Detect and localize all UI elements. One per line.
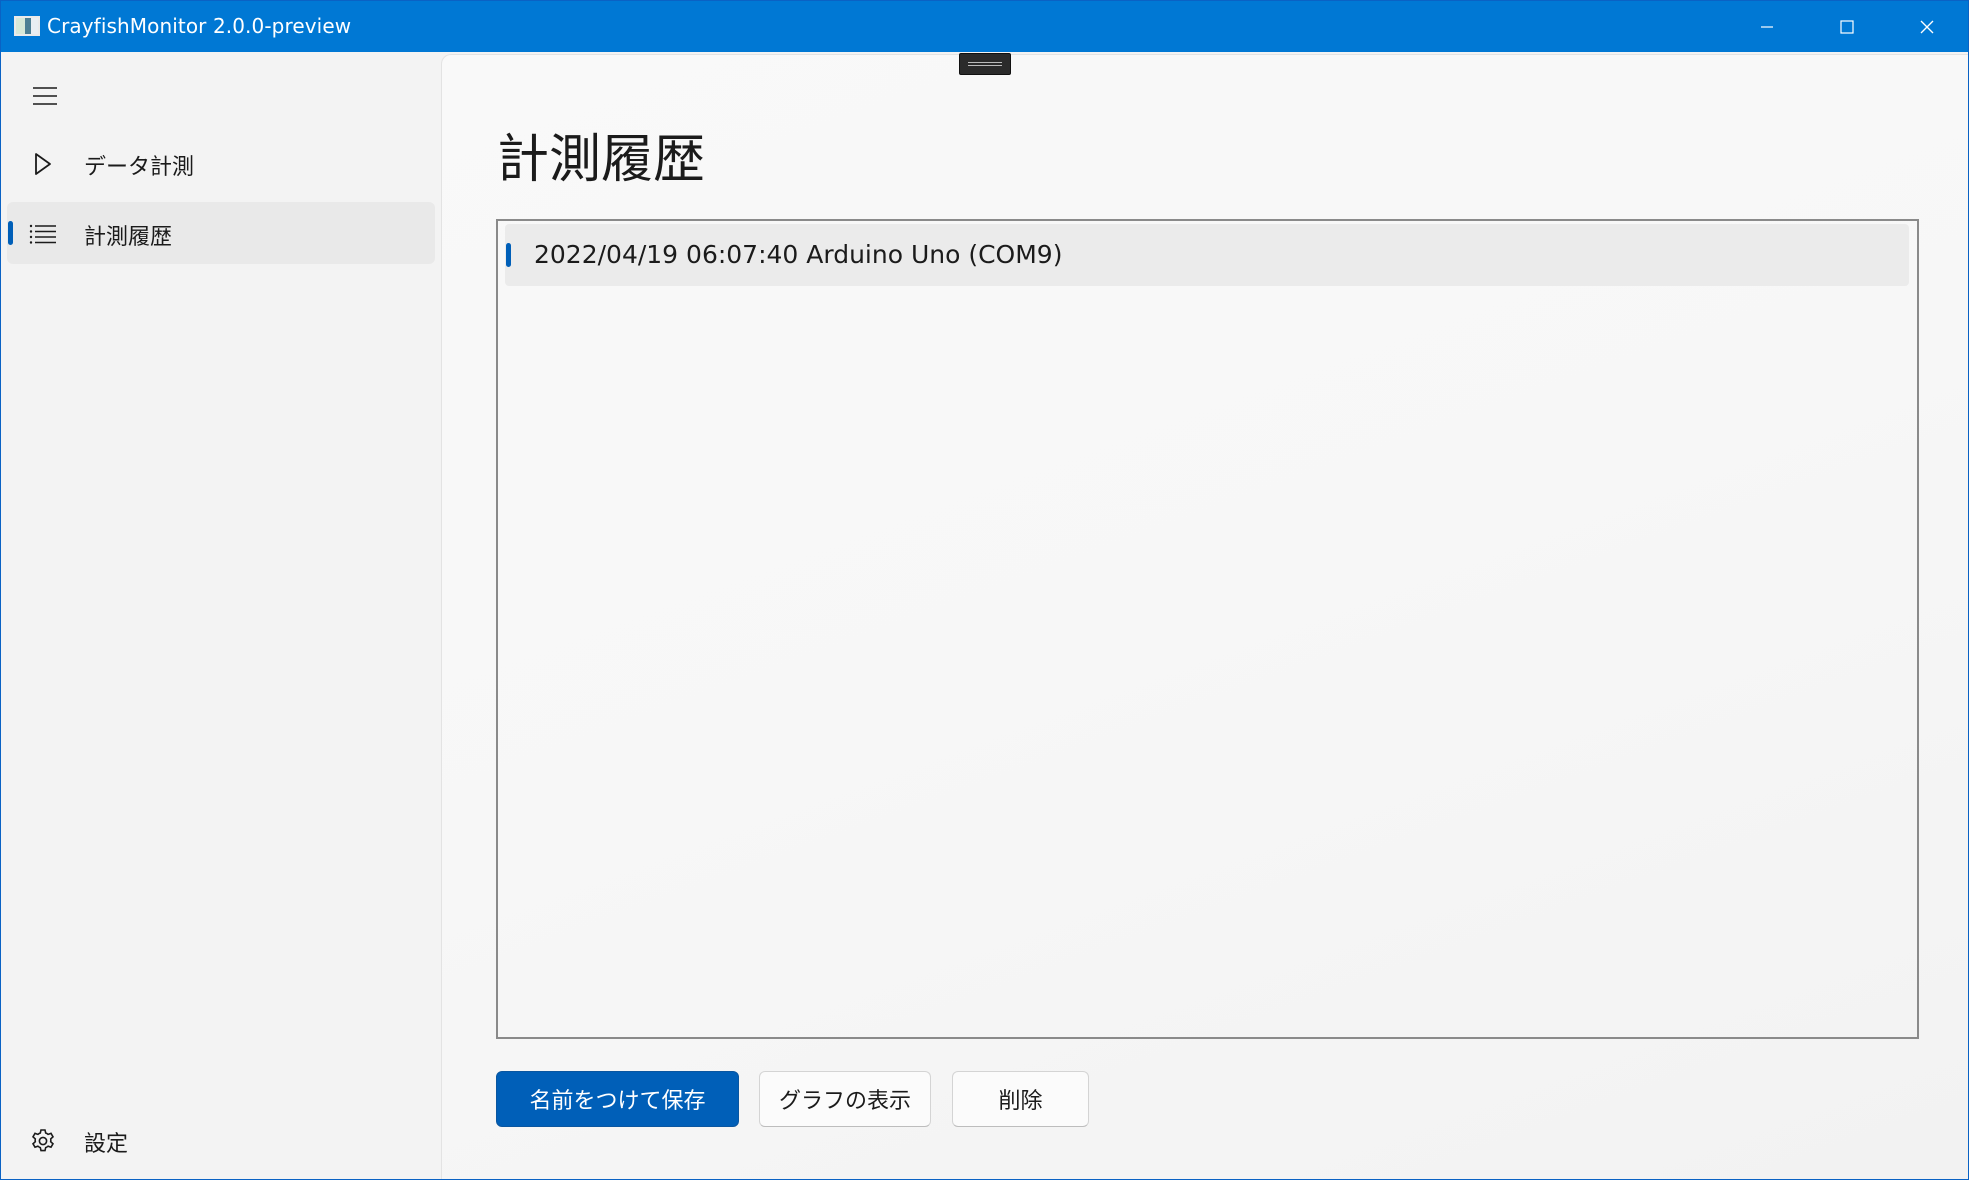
nav-item-settings[interactable]: 設定: [7, 1109, 435, 1171]
title-bar[interactable]: CrayfishMonitor 2.0.0-preview: [1, 1, 1968, 52]
save-as-button[interactable]: 名前をつけて保存: [496, 1071, 739, 1127]
app-window: CrayfishMonitor 2.0.0-preview データ計測 計測履歴…: [0, 0, 1969, 1180]
maximize-icon: [1840, 19, 1854, 34]
selection-indicator: [8, 221, 13, 245]
menu-toggle-button[interactable]: [23, 74, 67, 118]
list-item[interactable]: 2022/04/19 06:07:40 Arduino Uno (COM9): [505, 224, 1909, 286]
selection-indicator: [506, 243, 511, 267]
list-item-label: 2022/04/19 06:07:40 Arduino Uno (COM9): [534, 240, 1063, 269]
list-icon: [29, 220, 57, 248]
minimize-button[interactable]: [1727, 1, 1807, 52]
drag-handle[interactable]: [959, 53, 1011, 75]
gear-icon: [29, 1127, 57, 1155]
window-title: CrayfishMonitor 2.0.0-preview: [47, 14, 352, 38]
nav-item-history[interactable]: 計測履歴: [7, 202, 435, 264]
maximize-button[interactable]: [1807, 1, 1887, 52]
close-icon: [1920, 20, 1934, 33]
delete-button[interactable]: 削除: [952, 1071, 1089, 1127]
navigation-pane: データ計測 計測履歴 設定: [1, 52, 441, 1179]
nav-item-label: データ計測: [84, 155, 195, 180]
content-area: 計測履歴 2022/04/19 06:07:40 Arduino Uno (CO…: [441, 53, 1968, 1179]
hamburger-icon: [33, 87, 57, 105]
play-icon: [29, 150, 57, 178]
history-list[interactable]: 2022/04/19 06:07:40 Arduino Uno (COM9): [496, 219, 1919, 1039]
nav-item-label: 設定: [84, 1132, 129, 1157]
app-icon: [14, 16, 40, 36]
page-title: 計測履歴: [497, 130, 706, 190]
minimize-icon: [1761, 25, 1773, 28]
nav-item-data-measurement[interactable]: データ計測: [7, 132, 435, 194]
nav-item-label: 計測履歴: [84, 225, 173, 250]
close-button[interactable]: [1887, 1, 1967, 52]
show-graph-button[interactable]: グラフの表示: [759, 1071, 931, 1127]
